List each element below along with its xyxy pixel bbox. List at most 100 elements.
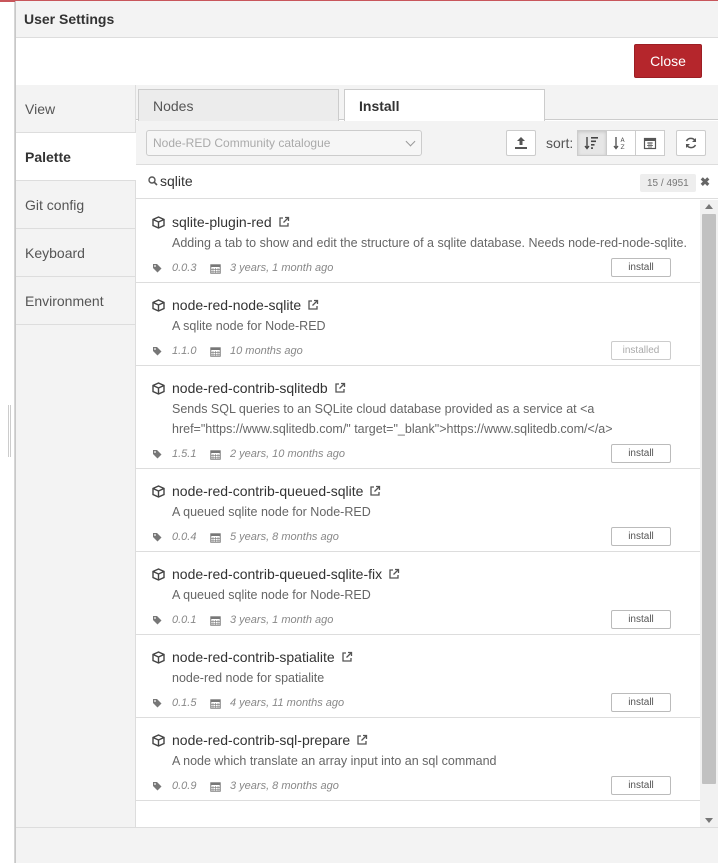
tag-icon [153,450,162,459]
sidebar-item-git-config[interactable]: Git config [16,181,135,229]
external-link-icon[interactable] [334,382,346,394]
catalogue-select[interactable]: Node-RED Community catalogue [146,130,422,156]
package-version: 0.0.3 [172,262,197,274]
tag-icon [153,347,162,356]
tag-icon [153,616,162,625]
search-icon [148,176,158,186]
package-name-row: node-red-contrib-queued-sqlite [152,482,687,500]
tab-nodes[interactable]: Nodes [138,89,339,121]
package-name-row: sqlite-plugin-red [152,213,687,231]
cube-icon [152,298,165,312]
calendar-icon [210,449,221,460]
list-item: node-red-contrib-queued-sqlite A queued … [136,469,701,552]
dialog-header: User Settings [16,1,718,38]
package-updated: 2 years, 10 months ago [230,448,345,460]
refresh-icon [685,137,697,149]
sort-date-button[interactable] [635,130,665,156]
calendar-icon [210,346,221,357]
package-search-input[interactable] [160,173,341,189]
package-name: node-red-contrib-sql-prepare [172,732,351,748]
search-result-count: 15 / 4951 [640,174,696,192]
tag-icon [153,264,162,273]
clear-search-icon[interactable]: ✖ [700,175,710,189]
external-link-icon[interactable] [369,485,381,497]
external-link-icon[interactable] [278,216,290,228]
package-name-row: node-red-contrib-spatialite [152,648,687,666]
cube-icon [152,567,165,581]
package-name: node-red-node-sqlite [172,297,302,313]
settings-sidebar: View Palette Git config Keyboard Environ… [16,85,136,827]
sort-label: sort: [546,135,574,151]
install-filter-bar: Node-RED Community catalogue sort: AZ [136,121,718,165]
scroll-up-arrow[interactable] [705,204,713,209]
palette-panel: Nodes Install Node-RED Community catalog… [136,85,718,827]
package-version: 1.5.1 [172,448,197,460]
package-updated: 10 months ago [230,345,303,357]
calendar-icon [643,137,657,150]
package-updated: 4 years, 11 months ago [230,697,345,709]
user-settings-dialog: User Settings Close View Palette Git con… [15,1,718,863]
scrollbar-thumb[interactable] [702,214,716,784]
cube-icon [152,650,165,664]
external-link-icon[interactable] [307,299,319,311]
package-meta: 1.1.0 10 months ago installed [152,337,687,365]
sidebar-item-palette[interactable]: Palette [16,133,136,181]
sidebar-item-view[interactable]: View [16,85,135,133]
sort-amount-down-icon [584,137,598,150]
package-name: node-red-contrib-spatialite [172,649,335,665]
package-version: 0.0.1 [172,614,197,626]
tag-icon [153,533,162,542]
package-meta: 0.0.4 5 years, 8 months ago install [152,523,687,551]
sort-relevance-button[interactable] [577,130,607,156]
installed-button: installed [611,341,671,360]
package-description: node-red node for spatialite [172,671,325,685]
dialog-footer [16,827,718,863]
install-button[interactable]: install [611,444,671,463]
close-button[interactable]: Close [634,44,702,78]
package-list-scrollbar[interactable] [700,200,718,827]
background-workspace-edge [0,0,15,863]
install-button[interactable]: install [611,610,671,629]
package-name: sqlite-plugin-red [172,214,272,230]
package-name-row: node-red-contrib-queued-sqlite-fix [152,565,687,583]
package-updated: 5 years, 8 months ago [230,531,339,543]
resize-grip[interactable] [8,405,11,457]
package-description: A queued sqlite node for Node-RED [172,588,371,602]
package-name-row: node-red-contrib-sqlitedb [152,379,687,397]
package-name: node-red-contrib-sqlitedb [172,380,328,396]
external-link-icon[interactable] [388,568,400,580]
install-button[interactable]: install [611,776,671,795]
sort-alpha-button[interactable]: AZ [606,130,636,156]
package-description: A node which translate an array input in… [172,754,497,768]
upload-module-button[interactable] [506,130,536,156]
install-button[interactable]: install [611,527,671,546]
calendar-icon [210,698,221,709]
package-updated: 3 years, 1 month ago [230,614,334,626]
package-meta: 0.0.1 3 years, 1 month ago install [152,606,687,634]
scroll-down-arrow[interactable] [705,818,713,823]
package-name-row: node-red-contrib-sql-prepare [152,731,687,749]
calendar-icon [210,781,221,792]
cube-icon [152,733,165,747]
sidebar-item-keyboard[interactable]: Keyboard [16,229,135,277]
external-link-icon[interactable] [341,651,353,663]
tag-icon [153,699,162,708]
cube-icon [152,381,165,395]
package-version: 0.0.4 [172,531,197,543]
list-item: sqlite-plugin-red Adding a tab to show a… [136,200,701,283]
sidebar-item-environment[interactable]: Environment [16,277,135,325]
list-item: node-red-node-sqlite A sqlite node for N… [136,283,701,366]
install-button[interactable]: install [611,258,671,277]
package-name: node-red-contrib-queued-sqlite [172,483,364,499]
package-updated: 3 years, 8 months ago [230,780,339,792]
refresh-catalogue-button[interactable] [676,130,706,156]
tab-install[interactable]: Install [344,89,545,121]
package-search-bar: 15 / 4951 ✖ [136,165,718,199]
package-description: Adding a tab to show and edit the struct… [172,236,687,250]
svg-text:Z: Z [621,144,625,150]
package-description: A sqlite node for Node-RED [172,319,326,333]
calendar-icon [210,615,221,626]
install-button[interactable]: install [611,693,671,712]
external-link-icon[interactable] [356,734,368,746]
list-item: node-red-contrib-sqlitedb Sends SQL quer… [136,366,701,469]
